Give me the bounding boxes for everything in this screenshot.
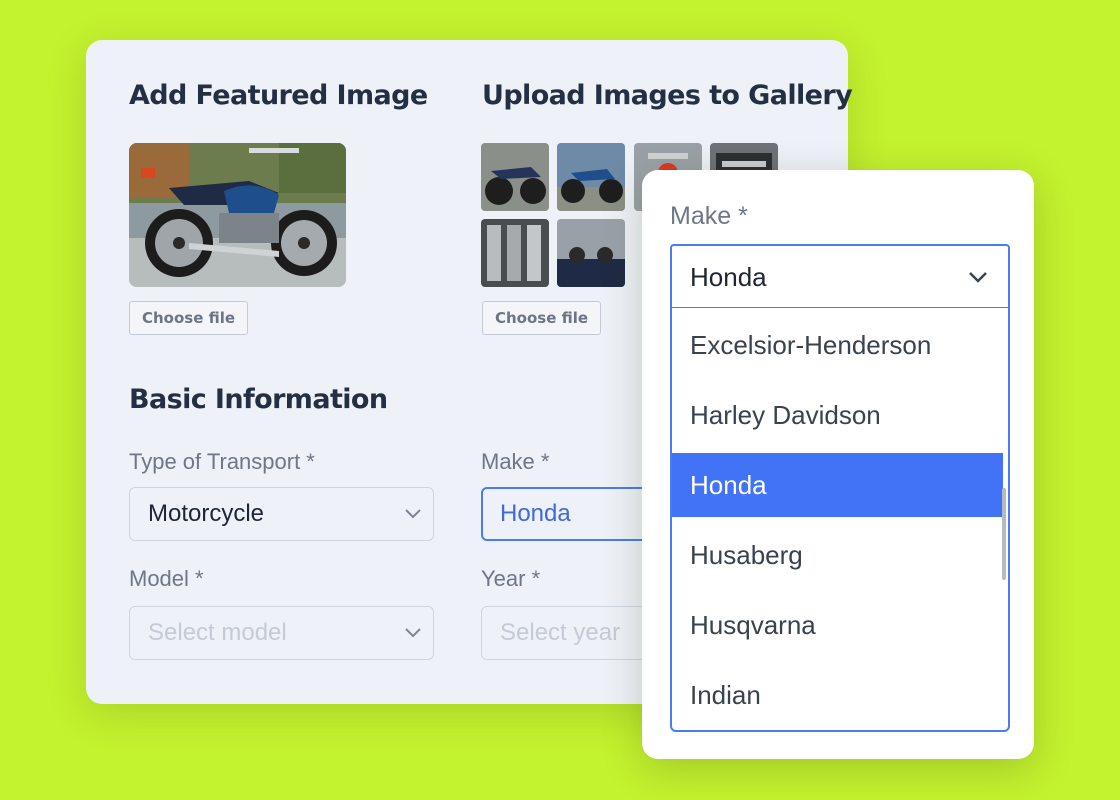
basic-information-heading: Basic Information <box>129 384 388 415</box>
model-select[interactable]: Select model <box>129 606 434 660</box>
gallery-thumbnail[interactable] <box>481 219 549 287</box>
transport-type-value: Motorcycle <box>148 500 265 527</box>
featured-image-heading: Add Featured Image <box>129 80 428 111</box>
featured-choose-file-button[interactable]: Choose file <box>129 301 248 335</box>
make-label: Make * <box>481 449 550 474</box>
transport-type-label: Type of Transport * <box>129 449 315 474</box>
dropdown-option[interactable]: Husqvarna <box>672 593 1003 657</box>
chevron-down-icon[interactable] <box>948 271 1008 283</box>
transport-type-select[interactable]: Motorcycle <box>129 487 434 541</box>
motorcycle-photo <box>481 219 549 287</box>
dropdown-selected-value: Honda <box>690 261 767 292</box>
chevron-down-icon <box>393 627 433 639</box>
dropdown-option[interactable]: Harley Davidson <box>672 383 1003 447</box>
year-label: Year * <box>481 566 541 591</box>
dropdown-option[interactable]: Husaberg <box>672 523 1003 587</box>
dropdown-option[interactable]: Indian <box>672 663 1003 727</box>
motorcycle-photo <box>557 219 625 287</box>
chevron-down-icon <box>393 508 433 520</box>
gallery-choose-file-button[interactable]: Choose file <box>482 301 601 335</box>
dropdown-option-selected[interactable]: Honda <box>672 453 1003 517</box>
dropdown-scrollbar[interactable] <box>1002 488 1006 580</box>
featured-motorcycle-image[interactable] <box>129 143 346 287</box>
make-dropdown-card: Make * Honda Excelsior-Henderson Harley … <box>642 170 1034 759</box>
motorcycle-photo <box>481 143 549 211</box>
dropdown-make-label: Make * <box>670 202 748 230</box>
model-placeholder: Select model <box>148 619 287 646</box>
gallery-thumbnail[interactable] <box>557 143 625 211</box>
model-label: Model * <box>129 566 204 591</box>
gallery-heading: Upload Images to Gallery <box>482 80 853 111</box>
motorcycle-photo <box>557 143 625 211</box>
gallery-thumbnail[interactable] <box>481 143 549 211</box>
make-options-list[interactable]: Excelsior-Henderson Harley Davidson Hond… <box>670 307 1010 732</box>
dropdown-make-select[interactable]: Honda <box>670 244 1010 308</box>
motorcycle-photo <box>129 143 346 287</box>
gallery-thumbnail[interactable] <box>557 219 625 287</box>
dropdown-option[interactable]: Excelsior-Henderson <box>672 313 1003 377</box>
